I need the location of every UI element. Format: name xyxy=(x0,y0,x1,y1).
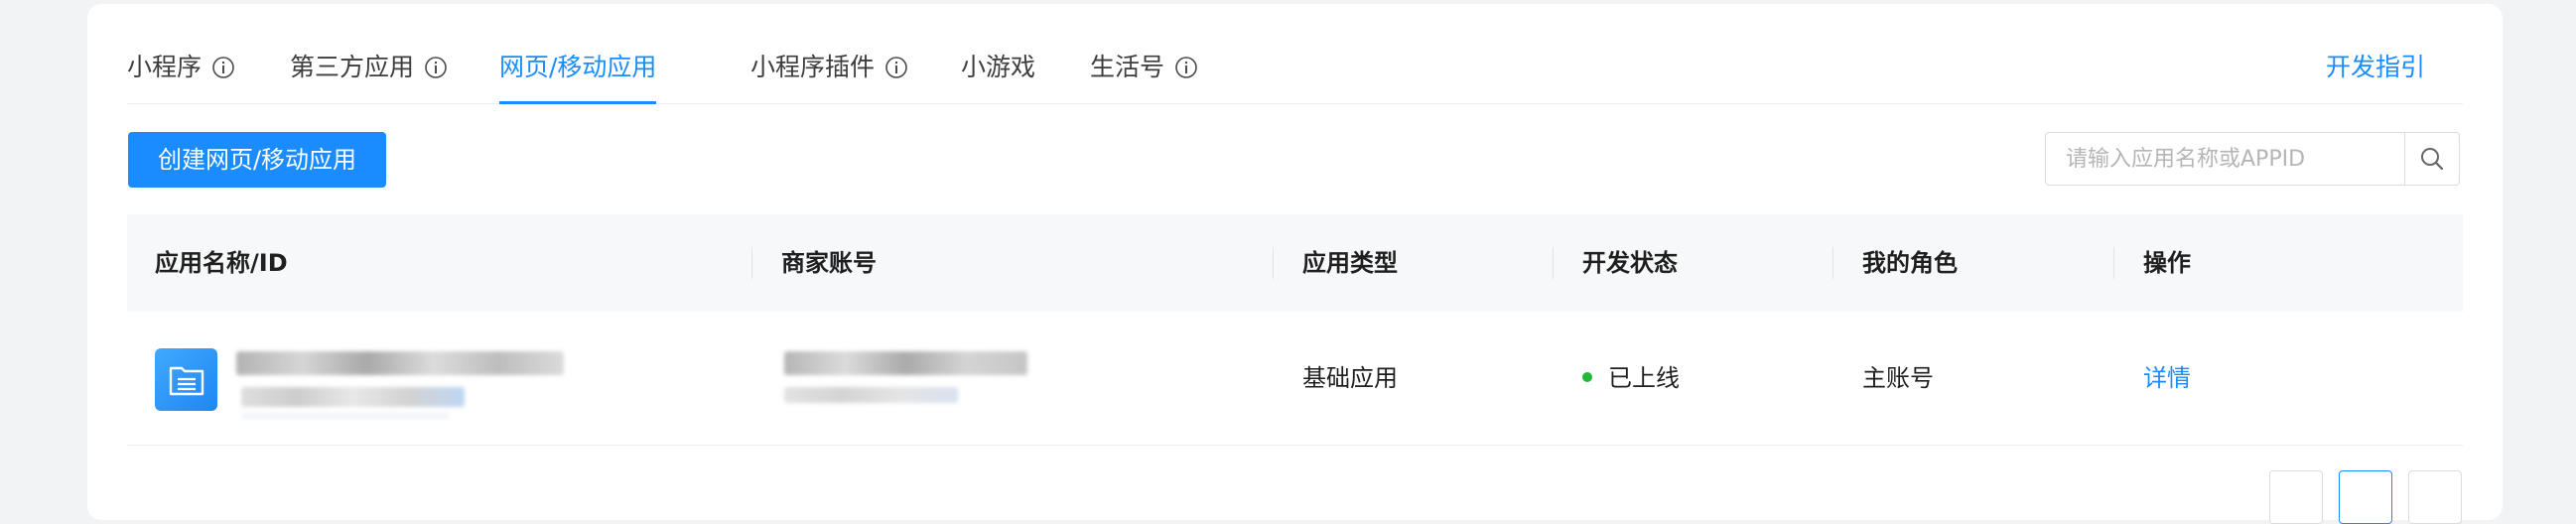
role-cell: 主账号 xyxy=(1862,364,1934,392)
tab-label: 小游戏 xyxy=(961,53,1036,81)
dev-status-cell: 已上线 xyxy=(1582,312,1680,445)
search-box xyxy=(2045,132,2460,186)
tab-web-mobile-app[interactable]: 网页/移动应用 xyxy=(499,48,657,104)
table-header: 应用名称/ID 商家账号 应用类型 开发状态 我的角色 操作 xyxy=(127,214,2463,312)
details-link[interactable]: 详情 xyxy=(2143,312,2191,445)
column-header-dev-status: 开发状态 xyxy=(1582,249,1678,277)
create-web-mobile-app-button[interactable]: 创建网页/移动应用 xyxy=(128,132,386,188)
document-folder-icon xyxy=(169,366,203,395)
app-id-redacted-extra xyxy=(241,413,450,419)
column-divider xyxy=(1832,247,1833,279)
info-circle-icon[interactable] xyxy=(1174,56,1198,79)
app-icon xyxy=(155,348,217,411)
pagination-prev-button[interactable] xyxy=(2269,470,2323,524)
main-card: 小程序 第三方应用 网页/移动应用 小程序插件 小游戏 生活号 开发指引 创建网… xyxy=(87,4,2503,524)
search-icon xyxy=(2421,148,2444,171)
column-divider xyxy=(751,247,752,279)
app-table: 应用名称/ID 商家账号 应用类型 开发状态 我的角色 操作 基础应用 已上线 … xyxy=(127,214,2463,446)
column-header-actions: 操作 xyxy=(2143,249,2191,277)
merchant-account-sub-redacted xyxy=(784,387,958,403)
search-button[interactable] xyxy=(2404,133,2459,185)
tab-mini-game[interactable]: 小游戏 xyxy=(961,48,1035,87)
pagination-next-button[interactable] xyxy=(2408,470,2462,524)
tab-label: 第三方应用 xyxy=(290,53,415,81)
merchant-account-redacted xyxy=(784,351,1027,375)
column-header-app-name: 应用名称/ID xyxy=(155,249,288,277)
column-header-app-type: 应用类型 xyxy=(1302,249,1398,277)
column-divider xyxy=(2113,247,2114,279)
tab-label: 网页/移动应用 xyxy=(499,53,657,81)
status-online-dot xyxy=(1582,372,1592,382)
search-input[interactable] xyxy=(2046,133,2404,185)
tab-label: 小程序 xyxy=(127,53,203,81)
column-divider xyxy=(1273,247,1274,279)
dev-status-text: 已上线 xyxy=(1608,364,1680,392)
info-circle-icon[interactable] xyxy=(211,56,235,79)
app-name-redacted xyxy=(236,351,564,375)
dev-guide-link[interactable]: 开发指引 xyxy=(2326,48,2425,87)
tab-life-account[interactable]: 生活号 xyxy=(1090,48,1198,87)
app-id-redacted xyxy=(241,387,465,407)
pagination-page-button[interactable] xyxy=(2339,470,2392,524)
tab-mini-program[interactable]: 小程序 xyxy=(127,48,235,87)
info-circle-icon[interactable] xyxy=(424,56,448,79)
tab-mini-program-plugin[interactable]: 小程序插件 xyxy=(750,48,908,87)
info-circle-icon[interactable] xyxy=(884,56,908,79)
app-type-cell: 基础应用 xyxy=(1302,364,1398,392)
tab-bar: 小程序 第三方应用 网页/移动应用 小程序插件 小游戏 生活号 开发指引 xyxy=(127,4,2463,104)
tab-third-party-app[interactable]: 第三方应用 xyxy=(290,48,448,87)
column-header-merchant-account: 商家账号 xyxy=(781,249,877,277)
column-divider xyxy=(1553,247,1554,279)
table-row: 基础应用 已上线 主账号 详情 xyxy=(127,312,2463,446)
tab-label: 生活号 xyxy=(1090,53,1165,81)
column-header-my-role: 我的角色 xyxy=(1862,249,1958,277)
tab-label: 小程序插件 xyxy=(750,53,876,81)
